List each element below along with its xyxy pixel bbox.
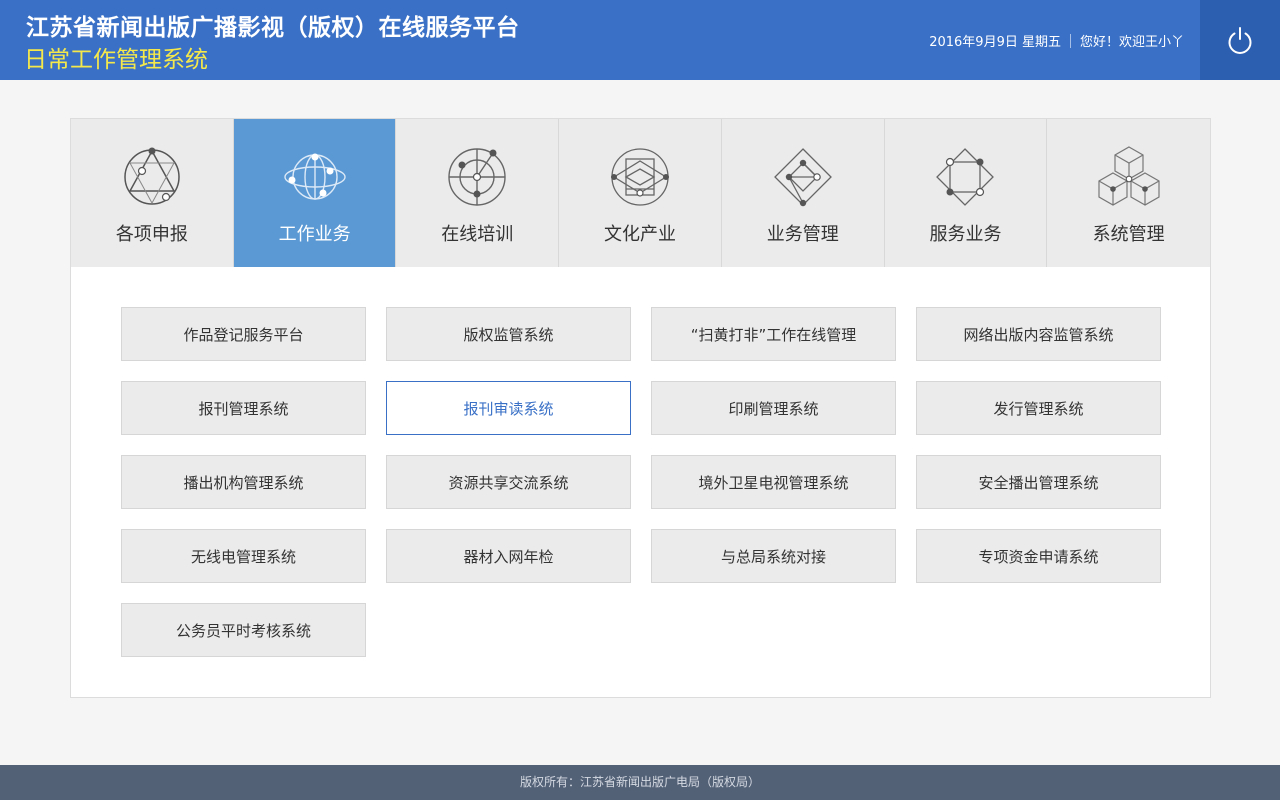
system-button[interactable]: 无线电管理系统 xyxy=(121,529,366,583)
current-date: 2016年9月9日 星期五 xyxy=(929,35,1061,50)
power-icon xyxy=(1228,27,1252,54)
tab-declarations[interactable]: 各项申报 xyxy=(71,119,234,267)
layered-diamond-icon xyxy=(611,148,670,206)
system-button[interactable]: “扫黄打非”工作在线管理 xyxy=(651,307,896,361)
system-button[interactable]: 资源共享交流系统 xyxy=(386,455,631,509)
diamond-network-icon xyxy=(773,148,832,207)
tab-system-management[interactable]: 系统管理 xyxy=(1047,119,1211,267)
system-button[interactable]: 与总局系统对接 xyxy=(651,529,896,583)
tab-cultural-industry[interactable]: 文化产业 xyxy=(559,119,722,267)
system-button[interactable]: 境外卫星电视管理系统 xyxy=(651,455,896,509)
tab-business-management[interactable]: 业务管理 xyxy=(721,119,885,267)
footer-copyright: 版权所有：江苏省新闻出版广电局（版权局） xyxy=(0,765,1280,800)
header-bar: 江苏省新闻出版广播影视（版权）在线服务平台 日常工作管理系统 2016年9月9日… xyxy=(0,0,1280,80)
square-diamond-icon xyxy=(936,148,995,206)
tab-label: 文化产业 xyxy=(604,224,677,245)
tab-online-training[interactable]: 在线培训 xyxy=(396,119,560,267)
system-button[interactable]: 专项资金申请系统 xyxy=(916,529,1161,583)
main-panel: 各项申报 工作业务 在线培训 文化产业 业务管理 服务业务 系统管理 作品登记服… xyxy=(70,118,1211,698)
system-button[interactable]: 公务员平时考核系统 xyxy=(121,603,366,657)
tab-label: 各项申报 xyxy=(115,224,188,245)
category-tabs: 各项申报 工作业务 在线培训 文化产业 业务管理 服务业务 系统管理 xyxy=(71,119,1211,267)
tab-label: 服务业务 xyxy=(929,224,1002,245)
system-subtitle: 日常工作管理系统 xyxy=(24,47,208,73)
tab-work-business[interactable]: 工作业务 xyxy=(233,119,397,267)
target-icon xyxy=(448,148,506,206)
system-button[interactable]: 报刊管理系统 xyxy=(121,381,366,435)
system-button[interactable]: 器材入网年检 xyxy=(386,529,631,583)
tab-label: 业务管理 xyxy=(766,224,839,245)
system-button[interactable]: 播出机构管理系统 xyxy=(121,455,366,509)
system-button[interactable]: 安全播出管理系统 xyxy=(916,455,1161,509)
tab-label: 系统管理 xyxy=(1092,224,1165,245)
tab-label: 在线培训 xyxy=(441,224,514,245)
globe-orbit-icon xyxy=(283,153,346,200)
welcome-text: 您好！欢迎王小丫 xyxy=(1079,35,1184,50)
system-button[interactable]: 作品登记服务平台 xyxy=(121,307,366,361)
header-divider xyxy=(1069,33,1071,48)
system-button[interactable]: 网络出版内容监管系统 xyxy=(916,307,1161,361)
platform-title: 江苏省新闻出版广播影视（版权）在线服务平台 xyxy=(26,15,520,41)
star-circle-icon xyxy=(124,147,180,205)
logout-button[interactable] xyxy=(1200,0,1280,80)
system-button[interactable]: 印刷管理系统 xyxy=(651,381,896,435)
system-button-selected[interactable]: 报刊审读系统 xyxy=(386,381,631,435)
tab-service-business[interactable]: 服务业务 xyxy=(884,119,1048,267)
header-info: 2016年9月9日 星期五 您好！欢迎王小丫 xyxy=(929,31,1184,50)
cubes-icon xyxy=(1098,146,1160,206)
tab-label: 工作业务 xyxy=(278,224,351,245)
system-button[interactable]: 发行管理系统 xyxy=(916,381,1161,435)
system-button[interactable]: 版权监管系统 xyxy=(386,307,631,361)
